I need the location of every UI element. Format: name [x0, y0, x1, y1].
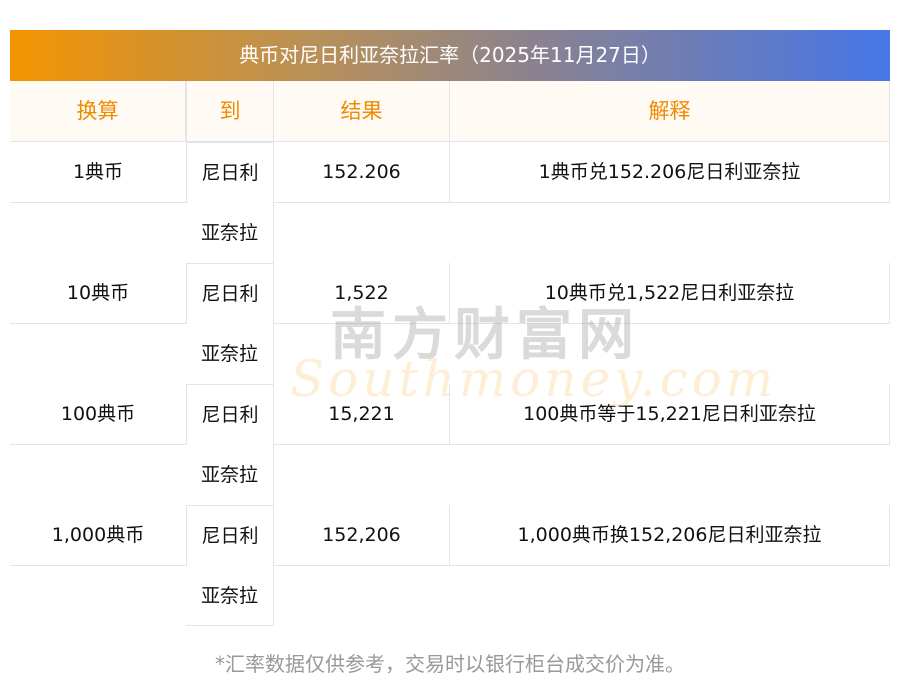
header-to: 到 [186, 81, 274, 142]
to-cell-line1: 尼日利 [186, 263, 274, 324]
from-cell: 1,000典币 [10, 505, 187, 566]
header-convert: 换算 [10, 81, 186, 142]
result-cell: 15,221 [274, 384, 450, 445]
header-result: 结果 [274, 81, 450, 142]
explain-cell: 100典币等于15,221尼日利亚奈拉 [450, 384, 890, 445]
to-cell-line2: 亚奈拉 [186, 324, 274, 384]
table-title: 典币对尼日利亚奈拉汇率（2025年11月27日） [10, 30, 890, 81]
result-cell: 152,206 [274, 505, 450, 566]
from-cell: 10典币 [10, 263, 187, 324]
result-cell: 1,522 [274, 263, 450, 324]
explain-cell: 1,000典币换152,206尼日利亚奈拉 [450, 505, 890, 566]
to-cell-line1: 尼日利 [186, 384, 274, 445]
result-cell: 152.206 [274, 142, 450, 203]
to-cell-line2: 亚奈拉 [186, 445, 274, 505]
to-cell-line1: 尼日利 [186, 142, 274, 203]
footnote: *汇率数据仅供参考，交易时以银行柜台成交价为准。 [215, 652, 685, 676]
to-cell-line2: 亚奈拉 [186, 203, 274, 263]
explain-cell: 10典币兑1,522尼日利亚奈拉 [450, 263, 890, 324]
to-cell-line1: 尼日利 [186, 505, 274, 566]
from-cell: 100典币 [10, 384, 187, 445]
from-cell: 1典币 [10, 142, 187, 203]
to-cell-line2: 亚奈拉 [186, 566, 274, 626]
header-explain: 解释 [450, 81, 890, 142]
explain-cell: 1典币兑152.206尼日利亚奈拉 [450, 142, 890, 203]
